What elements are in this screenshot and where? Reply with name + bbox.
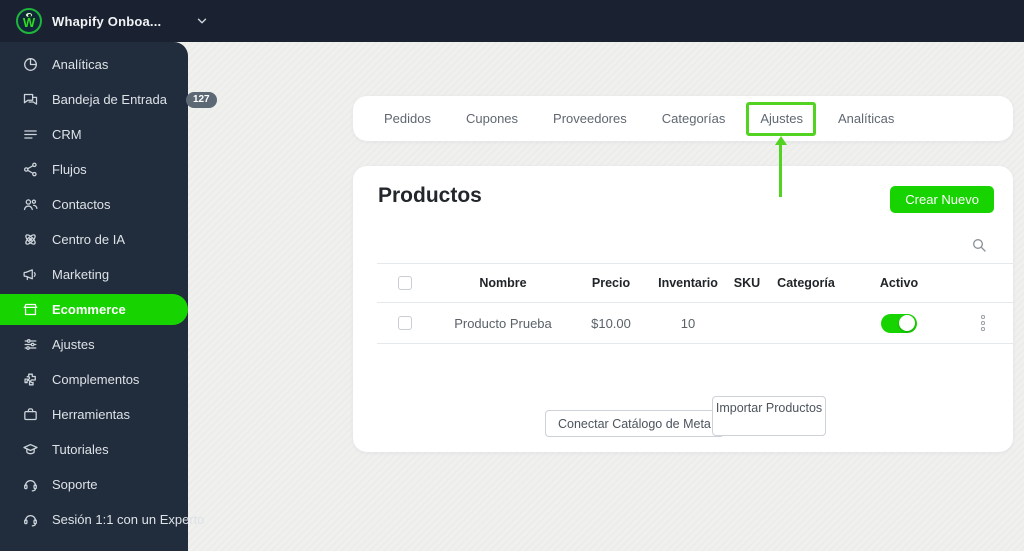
products-card: Productos Crear Nuevo Nombre Precio Inve… [353, 166, 1013, 452]
sidebar-item-label: Bandeja de Entrada [52, 92, 167, 107]
tutorials-icon [21, 441, 39, 459]
workspace-name[interactable]: Whapify Onboa... [52, 14, 161, 29]
sidebar-item-herramientas[interactable]: Herramientas [0, 397, 188, 432]
contacts-icon [21, 196, 39, 214]
sidebar-item-label: Marketing [52, 267, 110, 282]
sidebar-item-flujos[interactable]: Flujos [0, 152, 188, 187]
column-header-sku: SKU [733, 276, 761, 290]
whapify-logo: W [16, 8, 42, 34]
sidebar-item-ecommerce[interactable]: Ecommerce [0, 294, 188, 325]
cell-nombre: Producto Prueba [454, 315, 552, 331]
sidebar-item-analiticas[interactable]: Analíticas [0, 47, 188, 82]
tab-label: Categorías [661, 111, 726, 126]
sidebar-item-bandeja-de-entrada[interactable]: Bandeja de Entrada 127 [0, 82, 217, 117]
row-actions-menu-icon[interactable] [977, 311, 989, 335]
sidebar-item-label: Tutoriales [52, 442, 109, 457]
crm-icon [21, 126, 39, 144]
table-row: Producto Prueba $10.00 10 [377, 302, 1013, 344]
tab-label: Ajustes [760, 111, 803, 126]
column-header-activo: Activo [879, 276, 919, 290]
tools-icon [21, 406, 39, 424]
tab-label: Cupones [465, 111, 519, 126]
flows-icon [21, 161, 39, 179]
ecommerce-tab-bar: Pedidos Cupones Proveedores Categorías A… [353, 96, 1013, 141]
sidebar-item-label: Herramientas [52, 407, 131, 422]
column-header-precio: Precio [591, 276, 631, 290]
inbox-icon [21, 91, 39, 109]
app-header: W Whapify Onboa... [0, 0, 1024, 42]
column-header-inventario: Inventario [658, 276, 718, 290]
addons-icon [21, 371, 39, 389]
expert-session-icon [21, 511, 39, 529]
settings-icon [21, 336, 39, 354]
logo-eye [25, 12, 33, 18]
sidebar-item-label: Ecommerce [52, 302, 126, 317]
ecommerce-icon [21, 301, 39, 319]
import-products-button[interactable]: Importar Productos [712, 396, 826, 436]
column-header-nombre: Nombre [479, 276, 527, 290]
sidebar-item-tutoriales[interactable]: Tutoriales [0, 432, 188, 467]
sidebar-item-crm[interactable]: CRM [0, 117, 188, 152]
sidebar: Analíticas Bandeja de Entrada 127 CRM Fl… [0, 42, 217, 551]
column-header-categoria: Categoría [777, 276, 835, 290]
ecommerce-tab-cupones[interactable]: Cupones [453, 105, 531, 132]
select-all-checkbox[interactable] [398, 276, 412, 290]
sidebar-item-centro-de-ia[interactable]: Centro de IA [0, 222, 188, 257]
ai-center-icon [21, 231, 39, 249]
cell-precio: $10.00 [591, 315, 631, 331]
sidebar-item-label: CRM [52, 127, 82, 142]
sidebar-item-ajustes[interactable]: Ajustes [0, 327, 188, 362]
sidebar-item-complementos[interactable]: Complementos [0, 362, 188, 397]
sidebar-item-contactos[interactable]: Contactos [0, 187, 188, 222]
ecommerce-tab-categorias[interactable]: Categorías [649, 105, 739, 132]
ecommerce-tab-proveedores[interactable]: Proveedores [540, 105, 640, 132]
tab-label: Analíticas [837, 111, 895, 126]
row-checkbox[interactable] [398, 316, 412, 330]
sidebar-item-label: Soporte [52, 477, 98, 492]
sidebar-item-label: Sesión 1:1 con un Experto [52, 512, 205, 527]
ecommerce-tab-analiticas[interactable]: Analíticas [825, 105, 907, 132]
sidebar-item-label: Centro de IA [52, 232, 125, 247]
active-toggle[interactable] [881, 313, 917, 333]
table-header-row: Nombre Precio Inventario SKU Categoría A… [377, 263, 1013, 302]
sidebar-item-soporte[interactable]: Soporte [0, 467, 188, 502]
tab-label: Pedidos [384, 111, 431, 126]
main-content: Pedidos Cupones Proveedores Categorías A… [188, 42, 1024, 551]
search-icon[interactable] [971, 237, 987, 253]
sidebar-item-label: Ajustes [52, 337, 95, 352]
connect-meta-catalog-button[interactable]: Conectar Catálogo de Meta [545, 410, 724, 437]
unread-count-badge: 127 [185, 91, 217, 108]
sidebar-item-label: Flujos [52, 162, 87, 177]
ecommerce-tab-ajustes[interactable]: Ajustes [747, 105, 816, 132]
sidebar-item-marketing[interactable]: Marketing [0, 257, 188, 292]
sidebar-item-label: Analíticas [52, 57, 109, 72]
sidebar-item-sesion-1-1-con-un-experto[interactable]: Sesión 1:1 con un Experto [0, 502, 205, 537]
tab-label: Proveedores [553, 111, 627, 126]
support-icon [21, 476, 39, 494]
analytics-icon [21, 56, 39, 74]
marketing-icon [21, 266, 39, 284]
ecommerce-tab-pedidos[interactable]: Pedidos [371, 105, 444, 132]
products-table: Nombre Precio Inventario SKU Categoría A… [377, 263, 1013, 344]
sidebar-item-label: Contactos [52, 197, 111, 212]
create-new-button[interactable]: Crear Nuevo [890, 186, 994, 213]
cell-inventario: 10 [680, 315, 696, 331]
chevron-down-icon[interactable] [195, 14, 209, 28]
sidebar-item-label: Complementos [52, 372, 140, 387]
page-title: Productos [378, 184, 482, 207]
